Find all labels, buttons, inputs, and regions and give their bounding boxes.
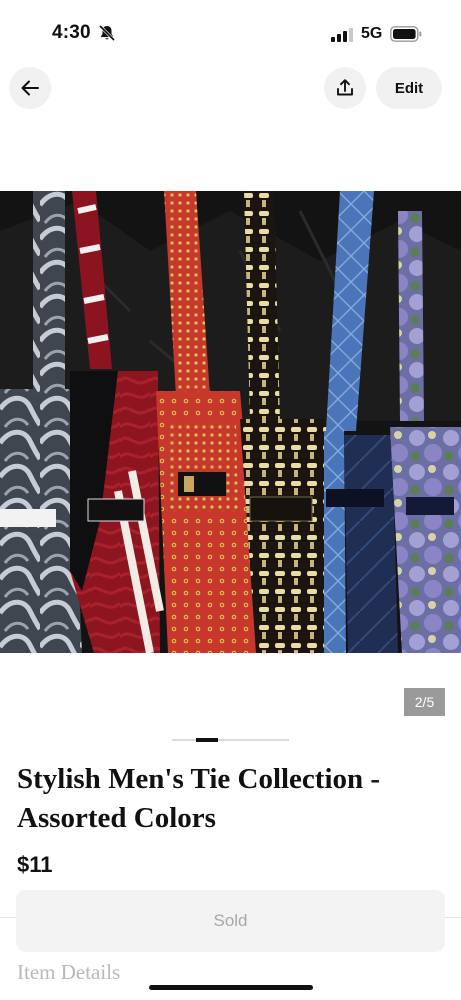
battery-icon [390, 26, 422, 42]
gallery-progress-track [172, 739, 289, 741]
bell-off-icon [98, 24, 116, 42]
signal-icon [331, 28, 353, 42]
gallery-progress-indicator [196, 738, 218, 742]
home-indicator [149, 985, 313, 990]
image-counter: 2/5 [404, 688, 445, 716]
listing-price: $11 [17, 852, 53, 877]
share-button[interactable] [324, 67, 366, 109]
listing-title: Stylish Men's Tie Collection - Assorted … [17, 763, 381, 834]
sold-button[interactable]: Sold [16, 890, 445, 952]
status-time: 4:30 [52, 22, 91, 43]
network-label: 5G [361, 25, 383, 42]
arrow-left-icon [21, 80, 39, 96]
status-bar: 4:30 5G [0, 0, 461, 62]
product-photo[interactable] [0, 191, 461, 653]
back-button[interactable] [9, 67, 51, 109]
edit-button[interactable]: Edit [376, 67, 442, 109]
item-details-heading: Item Details [17, 960, 121, 984]
share-icon [337, 79, 353, 96]
